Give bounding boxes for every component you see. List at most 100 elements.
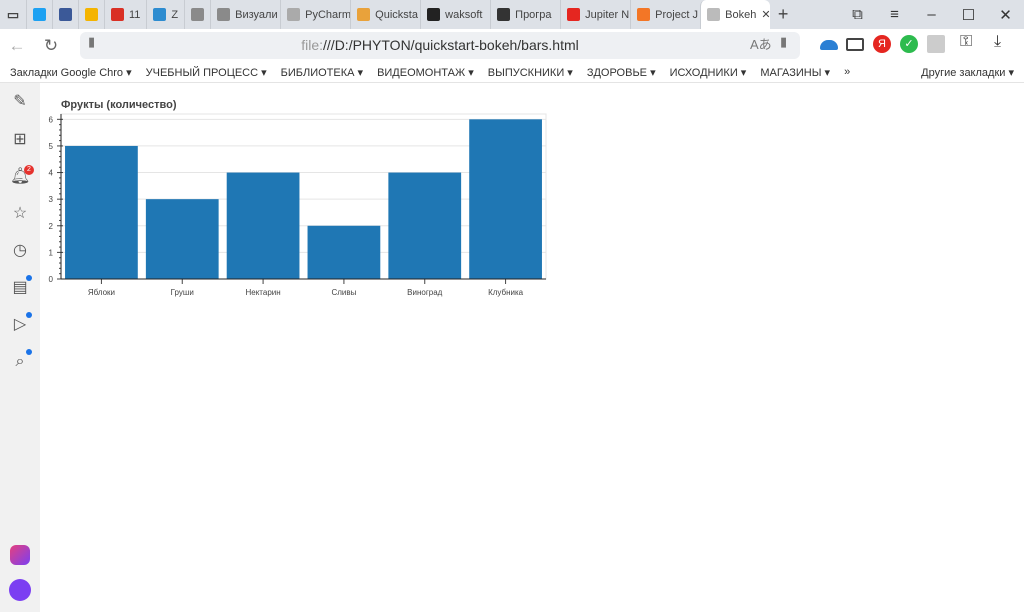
x-tick-label: Сливы (331, 288, 356, 297)
tab[interactable]: Quicksta (350, 0, 420, 29)
tab-label: Визуали (235, 8, 278, 21)
tab[interactable] (184, 0, 210, 29)
yandex-icon[interactable]: Я (873, 35, 891, 53)
tab-label: Z (171, 8, 179, 21)
tab[interactable] (26, 0, 52, 29)
file-icon: ▮ (88, 34, 96, 49)
facebook-icon (59, 8, 72, 21)
tab-label: Quicksta (375, 8, 418, 21)
tab-label: Project J (655, 8, 698, 21)
url-text: ///D:/PHYTON/quickstart-bokeh/bars.html (323, 37, 579, 53)
other-bookmarks[interactable]: Другие закладки ▾ (921, 66, 1014, 79)
address-input[interactable]: file:///D:/PHYTON/quickstart-bokeh/bars.… (80, 32, 800, 59)
minimize-button[interactable]: – (913, 6, 950, 24)
y-tick-label: 1 (49, 248, 54, 257)
collections-icon[interactable]: ⧉ (839, 6, 876, 24)
check-icon[interactable]: ✓ (900, 35, 918, 53)
tab[interactable]: Визуали (210, 0, 280, 29)
bookmark-icon[interactable]: ▮ (780, 34, 787, 50)
y-tick-label: 2 (49, 222, 54, 231)
mail-icon (85, 8, 98, 21)
extension-icon[interactable] (927, 35, 945, 53)
notification-badge: 2 (24, 165, 34, 175)
screen-icon[interactable] (846, 38, 864, 51)
unread-dot (26, 349, 32, 355)
bookmark-folder[interactable]: ЗДОРОВЬЕ ▾ (587, 66, 656, 79)
x-tick-label: Груши (171, 288, 194, 297)
bar-chart: Фрукты (количество) 0 1 2 3 4 5 6 Яблоки Груши Не… (49, 99, 547, 297)
bookmark-folder[interactable]: ИСХОДНИКИ ▾ (670, 66, 747, 79)
tab-panel-icon[interactable]: ▭ (0, 0, 26, 29)
reload-button[interactable]: ↻ (34, 36, 68, 56)
bookmark-label: ВИДЕОМОНТАЖ (377, 66, 466, 79)
tab[interactable]: Програ (490, 0, 560, 29)
search-page-icon[interactable]: ⌕ (10, 352, 30, 372)
unread-dot (26, 312, 32, 318)
passwords-icon[interactable]: ⚿ (960, 33, 972, 51)
bookmark-folder[interactable]: УЧЕБНЫЙ ПРОЦЕСС ▾ (146, 66, 267, 79)
bookmark-folder[interactable]: МАГАЗИНЫ ▾ (760, 66, 830, 79)
alice-icon[interactable] (9, 579, 31, 601)
bar (65, 145, 138, 279)
maximize-button[interactable]: ☐ (950, 6, 987, 24)
back-button[interactable]: ← (0, 36, 34, 56)
tab-label: Jupiter N (585, 8, 630, 21)
bookmark-folder[interactable]: Закладки Google Chro ▾ (10, 66, 132, 79)
history-icon[interactable]: ◷ (10, 241, 30, 261)
file-icon (707, 8, 721, 21)
bookmark-label: ЗДОРОВЬЕ (586, 66, 648, 79)
tab[interactable]: 11 (104, 0, 146, 29)
notes-icon[interactable]: ▤ (10, 278, 30, 298)
tab[interactable]: PyCharm (280, 0, 350, 29)
close-window-button[interactable]: ✕ (987, 6, 1024, 24)
address-bar-row: ← ↻ file:///D:/PHYTON/quickstart-bokeh/b… (0, 29, 1024, 62)
apps-icon[interactable]: ⊞ (10, 130, 30, 150)
tab[interactable]: Z (146, 0, 184, 29)
z-icon (153, 8, 167, 21)
x-tick-label: Виноград (407, 288, 442, 297)
tab[interactable]: Jupiter N (560, 0, 630, 29)
download-icon[interactable]: ⤓ (994, 33, 1001, 51)
y-tick-label: 4 (49, 169, 54, 178)
x-tick-label: Нектарин (245, 288, 280, 297)
gmail-icon (111, 8, 124, 21)
bar (307, 225, 381, 279)
cloud-icon[interactable] (820, 40, 838, 50)
bookmark-label: БИБЛИОТЕКА (280, 66, 355, 79)
new-tab-button[interactable]: + (770, 0, 796, 29)
tab[interactable]: Project J (630, 0, 700, 29)
bookmark-label: Закладки Google Chro (10, 66, 124, 79)
y-tick-label: 5 (49, 142, 54, 151)
pycharm-icon (287, 8, 301, 21)
bookmark-folder[interactable]: ВИДЕОМОНТАЖ ▾ (377, 66, 474, 79)
bar (145, 199, 219, 279)
y-tick-label: 3 (49, 195, 54, 204)
yandex-icon (567, 8, 581, 21)
profile-icon[interactable]: ✎ (10, 92, 30, 112)
bookmark-folder[interactable]: ВЫПУСКНИКИ ▾ (488, 66, 573, 79)
quickstart-icon (357, 8, 371, 21)
jupyter-icon (637, 8, 651, 21)
bookmark-folder[interactable]: БИБЛИОТЕКА ▾ (281, 66, 363, 79)
github-icon (427, 8, 441, 21)
unread-dot (26, 275, 32, 281)
url-scheme: file: (301, 37, 324, 53)
x-tick-label: Клубника (488, 288, 524, 297)
tab[interactable]: Bokeh ✕ (700, 0, 771, 29)
messenger-icon[interactable] (10, 545, 30, 565)
bookmarks-more[interactable]: » (844, 66, 850, 78)
translate-icon[interactable]: Aあ (750, 34, 772, 53)
favorites-icon[interactable]: ☆ (10, 204, 30, 224)
other-bookmarks-label: Другие закладки (921, 66, 1006, 79)
tab-label: Програ (515, 8, 552, 21)
video-icon[interactable]: ▷ (10, 315, 30, 335)
menu-icon[interactable]: ≡ (876, 6, 913, 24)
bar (469, 119, 542, 280)
bookmark-label: ИСХОДНИКИ (669, 66, 738, 79)
tab-bar: ▭ 11 Z Визуали PyCharm Quicksta waksoft Програ… (0, 0, 1024, 29)
tab[interactable]: waksoft (420, 0, 490, 29)
tab[interactable] (52, 0, 78, 29)
sidebar: ✎ ⊞ 🔔︎ 2 ☆ ◷ ▤ ▷ ⌕ (0, 83, 40, 612)
tab[interactable] (78, 0, 104, 29)
close-tab-icon[interactable]: ✕ (761, 8, 770, 21)
